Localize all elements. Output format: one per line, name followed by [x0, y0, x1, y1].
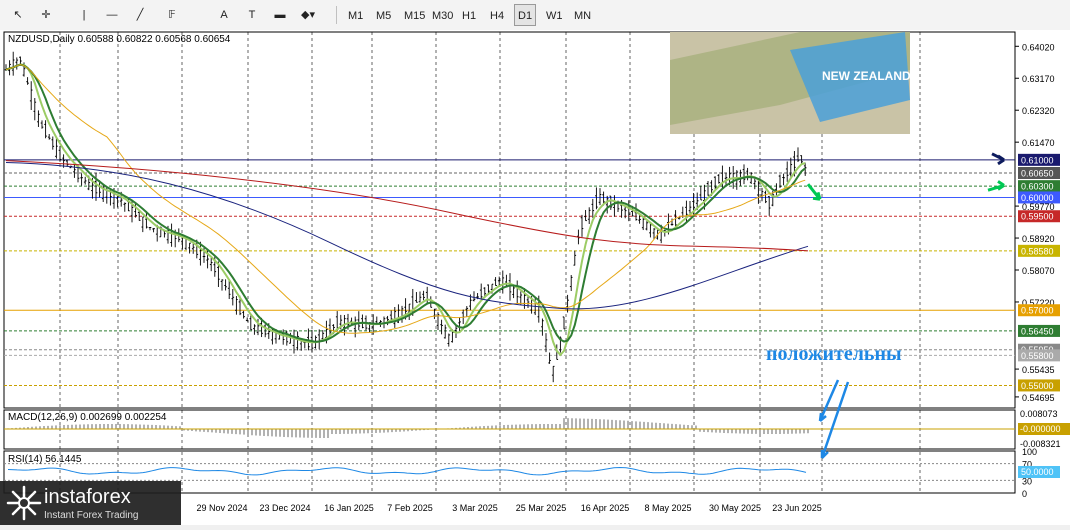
date-label: 23 Jun 2025 [772, 503, 822, 513]
logo-subtitle: Instant Forex Trading [44, 510, 139, 521]
logo-brand: instaforex [44, 486, 131, 508]
timeframe-h4[interactable]: H4 [486, 4, 508, 26]
timeframe-w1[interactable]: W1 [542, 4, 567, 26]
rectangle-icon[interactable]: ▬ [268, 4, 292, 26]
macd-title: MACD(12,26,9) 0.002699 0.002254 [8, 412, 167, 423]
timeframe-m30[interactable]: M30 [428, 4, 457, 26]
price-chart[interactable]: 0.640200.631700.623200.614700.597700.589… [0, 30, 1070, 525]
rsi-box-label: 50.0000 [1021, 467, 1054, 477]
cursor-icon[interactable]: ↖ [6, 4, 30, 26]
price-box-label: 0.55800 [1021, 351, 1054, 361]
toolbar: ↖ ✛ | — ╱ 𝔽 A T ▬ ◆▾ M1 M5 M15 M30 H1 H4 D1 W1 MN [0, 0, 1070, 31]
price-tick-label: 0.54695 [1022, 393, 1055, 403]
macd-zero-box-label: -0.000000 [1020, 424, 1061, 434]
date-label: 3 Mar 2025 [452, 503, 498, 513]
shapes-icon[interactable]: ◆▾ [296, 4, 320, 26]
price-tick-label: 0.63170 [1022, 74, 1055, 84]
chart-area[interactable]: 0.64020 0.63170 0.62320 0.61470 0.59770 0.589… [0, 30, 1070, 525]
date-label: 7 Feb 2025 [387, 503, 433, 513]
logo-icon [6, 485, 42, 521]
timeframe-m1[interactable]: M1 [344, 4, 367, 26]
price-tick-label: 0.55435 [1022, 365, 1055, 375]
price-tick-label: 0.64020 [1022, 42, 1055, 52]
price-box-label: 0.60650 [1021, 169, 1054, 179]
price-box-label: 0.58580 [1021, 246, 1054, 256]
toolbar-separator [336, 6, 337, 24]
horizontal-line-icon[interactable]: — [100, 4, 124, 26]
rsi-title: RSI(14) 56.1445 [8, 454, 82, 465]
symbol-header: NZDUSD,Daily 0.60588 0.60822 0.60568 0.6… [8, 34, 231, 45]
timeframe-d1[interactable]: D1 [514, 4, 537, 26]
vertical-line-icon[interactable]: | [72, 4, 96, 26]
price-box-label: 0.59500 [1021, 212, 1054, 222]
trendline-icon[interactable]: ╱ [128, 4, 152, 26]
price-box-label: 0.56450 [1021, 326, 1054, 336]
price-tick-label: 0.58920 [1022, 234, 1055, 244]
price-tick-label: 0.62320 [1022, 106, 1055, 116]
date-label: 23 Dec 2024 [259, 503, 310, 513]
label-icon[interactable]: T [240, 4, 264, 26]
price-tick-label: 0.61470 [1022, 138, 1055, 148]
price-box-label: 0.60000 [1021, 193, 1054, 203]
annotation-text: положительны [766, 343, 902, 365]
date-label: 8 May 2025 [644, 503, 691, 513]
timeframe-h1[interactable]: H1 [458, 4, 480, 26]
price-box-label: 0.60300 [1021, 182, 1054, 192]
date-label: 29 Nov 2024 [196, 503, 247, 513]
macd-tick-label: 0.008073 [1020, 409, 1058, 419]
rsi-tick-label: 100 [1022, 447, 1037, 457]
text-icon[interactable]: A [212, 4, 236, 26]
fibonacci-icon[interactable]: 𝔽 [160, 4, 184, 26]
price-tick-label: 0.58070 [1022, 266, 1055, 276]
date-label: 16 Apr 2025 [581, 503, 630, 513]
price-box-label: 0.57000 [1021, 306, 1054, 316]
timeframe-m15[interactable]: M15 [400, 4, 429, 26]
price-box-label: 0.61000 [1021, 155, 1054, 165]
crosshair-icon[interactable]: ✛ [34, 4, 58, 26]
price-box-label: 0.55000 [1021, 381, 1054, 391]
date-label: 30 May 2025 [709, 503, 761, 513]
instaforex-logo: instaforex Instant Forex Trading [0, 481, 181, 525]
date-label: 16 Jan 2025 [324, 503, 374, 513]
rsi-tick-label: 0 [1022, 489, 1027, 499]
date-label: 25 Mar 2025 [516, 503, 567, 513]
timeframe-mn[interactable]: MN [570, 4, 595, 26]
banknote-text: NEW ZEALAND [822, 69, 911, 83]
timeframe-m5[interactable]: M5 [372, 4, 395, 26]
